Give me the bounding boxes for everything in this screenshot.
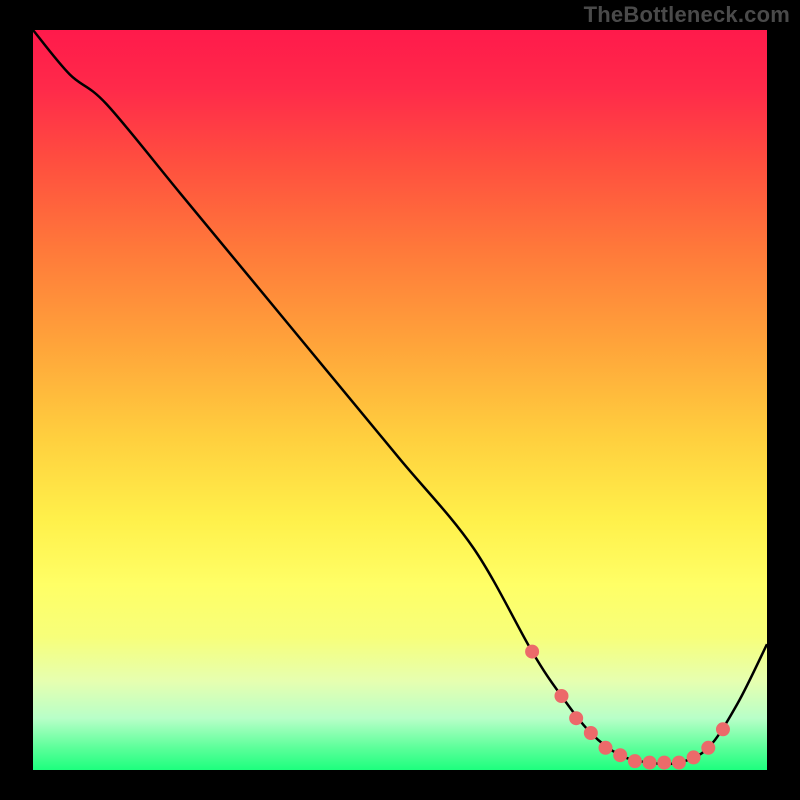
highlight-marker bbox=[526, 645, 539, 658]
highlight-marker bbox=[658, 756, 671, 769]
highlight-marker bbox=[716, 723, 729, 736]
watermark-text: TheBottleneck.com bbox=[584, 2, 790, 28]
highlight-marker bbox=[570, 712, 583, 725]
highlight-markers-group bbox=[526, 645, 730, 769]
highlight-marker bbox=[643, 756, 656, 769]
highlight-marker bbox=[687, 751, 700, 764]
highlight-marker bbox=[672, 756, 685, 769]
bottleneck-curve-path bbox=[33, 30, 767, 764]
highlight-marker bbox=[702, 741, 715, 754]
highlight-marker bbox=[584, 727, 597, 740]
highlight-marker bbox=[599, 741, 612, 754]
highlight-marker bbox=[628, 755, 641, 768]
highlight-marker bbox=[555, 690, 568, 703]
chart-svg bbox=[33, 30, 767, 770]
highlight-marker bbox=[614, 749, 627, 762]
chart-frame: TheBottleneck.com bbox=[0, 0, 800, 800]
